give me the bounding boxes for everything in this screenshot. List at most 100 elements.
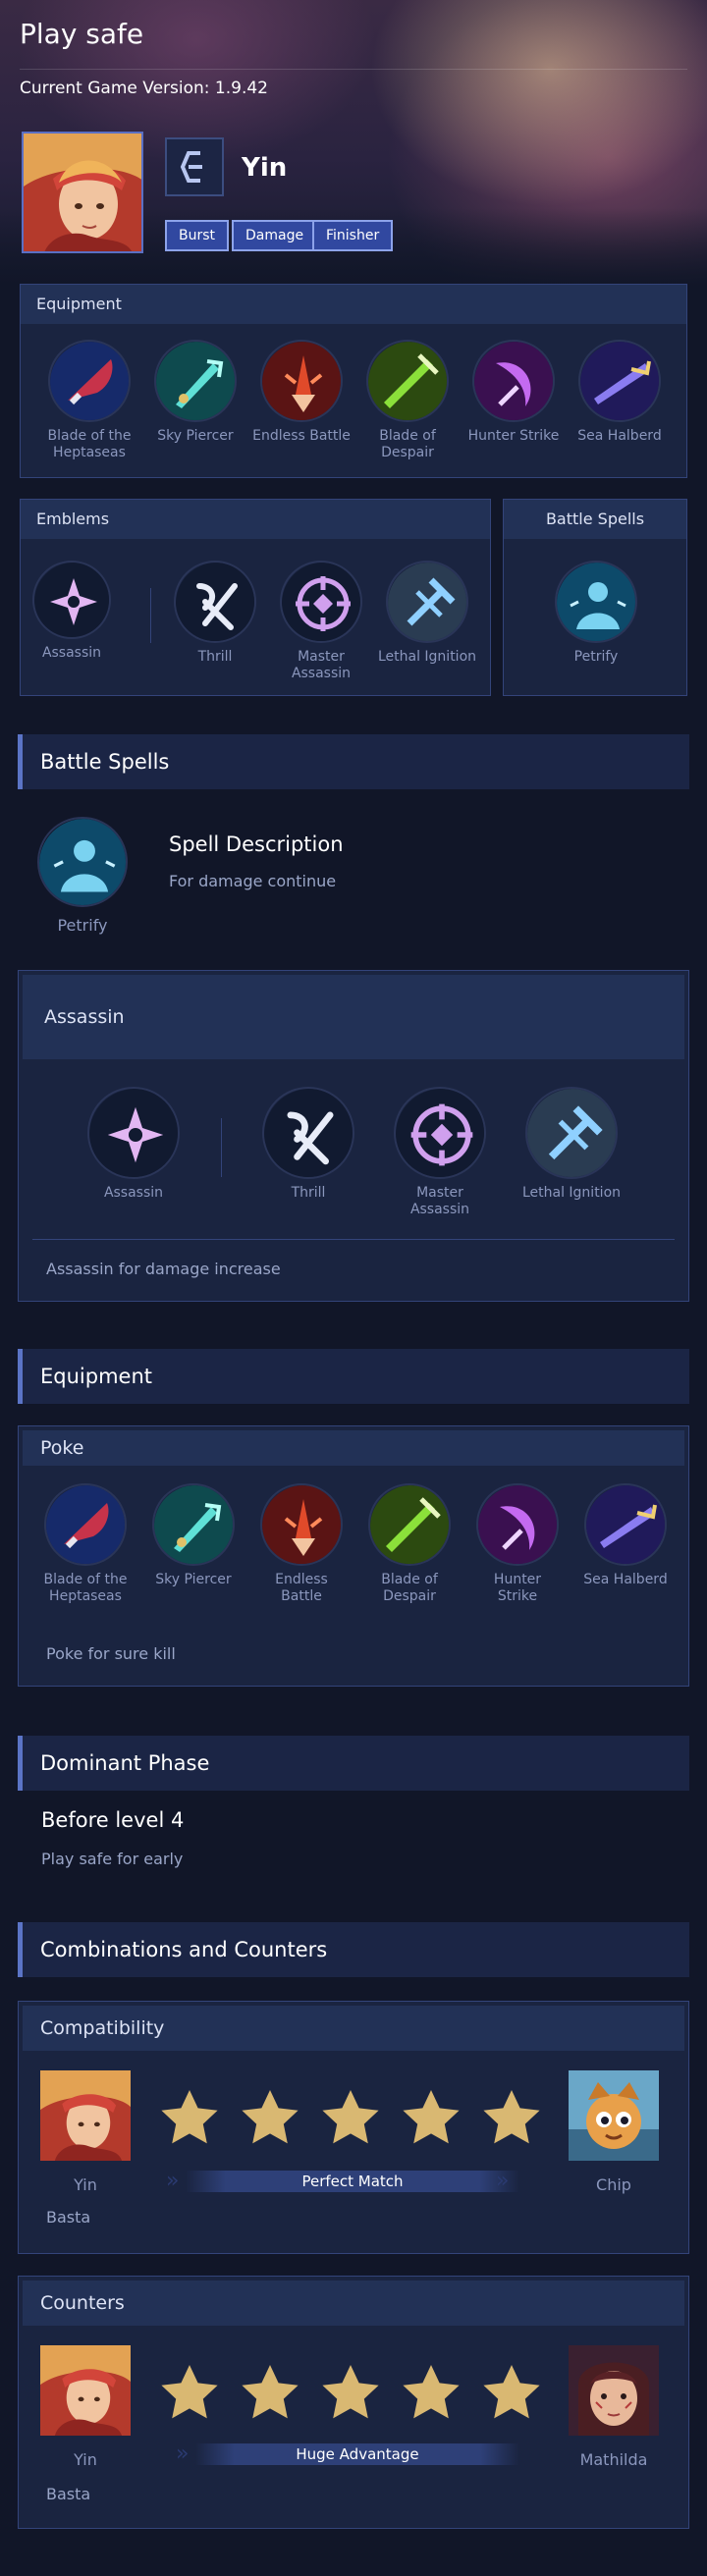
equipment-item-1[interactable]: Blade of the Heptaseas: [32, 1483, 138, 1605]
star-icon: [161, 2090, 218, 2144]
page-title: Play safe: [20, 18, 144, 50]
combos-heading: Combinations and Counters: [18, 1922, 689, 1977]
build-title: Poke: [23, 1430, 684, 1466]
equipment-item-6[interactable]: Sea Halberd: [572, 1483, 679, 1588]
emblems-panel-title: Emblems: [21, 500, 490, 539]
talent-thrill[interactable]: Thrill: [162, 561, 268, 666]
counters-left-hero[interactable]: [40, 2345, 131, 2436]
equipment-panel: Equipment Blade of the Heptaseas Sky Pie…: [20, 284, 687, 478]
blade-of-heptaseas-icon: [44, 1483, 127, 1566]
compatibility-title: Compatibility: [23, 2006, 684, 2051]
master-assassin-icon: [280, 561, 362, 643]
tag-burst[interactable]: Burst: [165, 220, 230, 251]
star-icon: [403, 2365, 460, 2419]
equipment-item-label: Endless Battle: [252, 428, 351, 444]
blade-of-despair-icon: [366, 340, 449, 422]
equipment-item-4[interactable]: Blade of Despair: [356, 1483, 462, 1605]
talent-label: Master Assassin: [409, 1185, 470, 1217]
sea-halberd-icon: [584, 1483, 667, 1566]
master-assassin-icon: [394, 1087, 486, 1179]
battle-spells-panel-title: Battle Spells: [504, 500, 686, 539]
emblem-main[interactable]: Assassin: [80, 1087, 188, 1202]
counters-rating: [160, 2363, 572, 2422]
equipment-item-2[interactable]: Sky Piercer: [140, 1483, 246, 1588]
endless-battle-icon: [260, 340, 343, 422]
emblem-main-label: Assassin: [41, 645, 102, 661]
battle-spell-item[interactable]: Petrify: [543, 561, 649, 666]
dominant-phase-desc: Play safe for early: [41, 1850, 184, 1868]
assassin-emblem-icon: [32, 561, 111, 639]
dominant-phase-title: Before level 4: [41, 1808, 185, 1832]
equipment-item-4[interactable]: Blade of Despair: [354, 340, 461, 461]
counters-left-name: Yin: [74, 2450, 97, 2469]
spell-description: For damage continue: [169, 872, 337, 890]
equipment-item-label: Sky Piercer: [157, 428, 234, 444]
compatibility-rating: [160, 2088, 572, 2147]
star-icon: [242, 2365, 299, 2419]
equipment-item-label: Blade of the Heptaseas: [43, 1572, 128, 1604]
star-icon: [161, 2365, 218, 2419]
equipment-build-panel: Poke Blade of the Heptaseas Sky Piercer …: [18, 1425, 689, 1687]
endless-battle-icon: [260, 1483, 343, 1566]
divider: [221, 1118, 222, 1177]
sky-piercer-icon: [154, 340, 237, 422]
talent-master-assassin[interactable]: Master Assassin: [386, 1087, 494, 1218]
compatibility-right-name: Chip: [596, 2175, 631, 2194]
hero-name: Yin: [242, 153, 288, 183]
equipment-item-3[interactable]: Endless Battle: [248, 1483, 354, 1605]
emblems-panel: Emblems Assassin Thrill Master Assassin …: [20, 499, 491, 696]
talent-master-assassin[interactable]: Master Assassin: [268, 561, 374, 682]
talent-lethal-ignition[interactable]: Lethal Ignition: [374, 561, 480, 666]
talent-label: Lethal Ignition: [521, 1185, 622, 1201]
equipment-item-5[interactable]: Hunter Strike: [464, 1483, 571, 1605]
petrify-icon: [37, 817, 128, 907]
battle-spell-label: Petrify: [573, 649, 619, 665]
equipment-item-2[interactable]: Sky Piercer: [142, 340, 248, 445]
equipment-heading: Equipment: [18, 1349, 689, 1404]
equipment-item-5[interactable]: Hunter Strike: [461, 340, 567, 445]
thrill-icon: [262, 1087, 354, 1179]
talent-label: Lethal Ignition: [377, 649, 477, 665]
compatibility-left-name: Yin: [74, 2175, 97, 2194]
divider: [32, 1239, 675, 1240]
counters-note: Basta: [46, 2485, 91, 2503]
equipment-item-6[interactable]: Sea Halberd: [567, 340, 673, 445]
hunter-strike-icon: [476, 1483, 559, 1566]
spell-detail[interactable]: Petrify: [31, 817, 134, 934]
emblem-detail-panel: Assassin Assassin Thrill Master Assassin…: [18, 970, 689, 1302]
hero-portrait[interactable]: [22, 132, 143, 253]
equipment-item-label: Sea Halberd: [583, 1572, 668, 1587]
emblem-main[interactable]: Assassin: [23, 561, 121, 662]
spell-description-title: Spell Description: [169, 832, 344, 856]
divider: [150, 588, 151, 643]
equipment-item-label: Hunter Strike: [493, 1572, 542, 1604]
compatibility-left-hero[interactable]: [40, 2070, 131, 2161]
equipment-panel-title: Equipment: [21, 285, 686, 324]
talent-label: Thrill: [197, 649, 233, 665]
counters-right-hero[interactable]: [569, 2345, 659, 2436]
thrill-icon: [174, 561, 256, 643]
chevron-right-icon: »: [166, 2169, 180, 2193]
equipment-item-3[interactable]: Endless Battle: [248, 340, 354, 445]
star-icon: [483, 2365, 540, 2419]
petrify-icon: [555, 561, 637, 643]
role-icon: [165, 137, 224, 196]
hunter-strike-icon: [472, 340, 555, 422]
tag-damage[interactable]: Damage: [232, 220, 318, 251]
star-icon: [403, 2090, 460, 2144]
compatibility-right-hero[interactable]: [569, 2070, 659, 2161]
lethal-ignition-icon: [386, 561, 468, 643]
equipment-item-label: Endless Battle: [275, 1572, 328, 1604]
equipment-item-1[interactable]: Blade of the Heptaseas: [36, 340, 142, 461]
star-icon: [483, 2090, 540, 2144]
talent-lethal-ignition[interactable]: Lethal Ignition: [517, 1087, 625, 1202]
talent-thrill[interactable]: Thrill: [254, 1087, 362, 1202]
tag-finisher[interactable]: Finisher: [312, 220, 394, 251]
game-version: Current Game Version: 1.9.42: [20, 79, 268, 98]
equipment-item-label: Sky Piercer: [155, 1572, 232, 1587]
sky-piercer-icon: [152, 1483, 235, 1566]
equipment-item-label: Blade of Despair: [379, 428, 436, 460]
blade-of-heptaseas-icon: [48, 340, 131, 422]
compatibility-panel: Compatibility Yin » Perfect Match » Chip…: [18, 2001, 689, 2254]
build-note: Poke for sure kill: [46, 1644, 176, 1663]
